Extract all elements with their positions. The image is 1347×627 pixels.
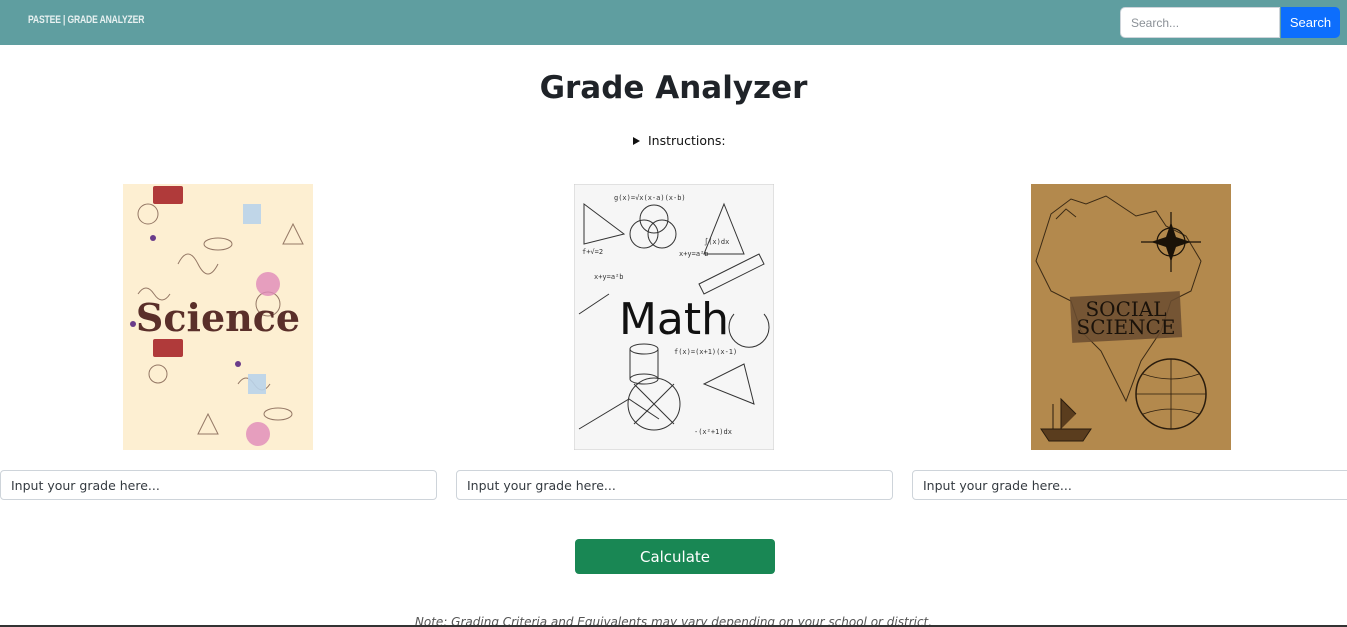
svg-text:f+√=2: f+√=2 xyxy=(582,248,603,256)
page-title: Grade Analyzer xyxy=(539,70,808,106)
social-science-cover-image: SOCIAL SCIENCE xyxy=(1031,184,1231,450)
brand-logo[interactable]: PASTEE | GRADE ANALYZER xyxy=(28,14,144,26)
science-grade-input[interactable] xyxy=(0,470,437,500)
svg-text:f(x)=(x+1)(x-1): f(x)=(x+1)(x-1) xyxy=(674,348,737,356)
search-button[interactable]: Search xyxy=(1281,7,1340,38)
social-science-grade-input[interactable] xyxy=(912,470,1347,500)
math-cover-image: g(x)=√x(x-a)(x-b) x+y=a²b x+y=a²b f(x)=(… xyxy=(574,184,774,450)
svg-text:∫(x)dx: ∫(x)dx xyxy=(704,237,729,246)
instructions-toggle[interactable]: Instructions: xyxy=(633,133,726,148)
svg-text:-(x²+1)dx: -(x²+1)dx xyxy=(694,428,732,436)
instructions-label: Instructions: xyxy=(648,133,726,148)
social-cover-label-line2: SCIENCE xyxy=(1077,315,1176,339)
calculate-button[interactable]: Calculate xyxy=(575,539,775,574)
math-cover-label: Math xyxy=(619,294,729,345)
svg-text:x+y=a²b: x+y=a²b xyxy=(594,273,624,281)
science-cover-label: Science xyxy=(136,295,300,340)
svg-text:x+y=a²b: x+y=a²b xyxy=(679,250,709,258)
disclosure-triangle-icon xyxy=(633,137,640,145)
science-cover-image: Science xyxy=(118,184,318,450)
search-input[interactable] xyxy=(1120,7,1280,38)
navbar: PASTEE | GRADE ANALYZER Search xyxy=(0,0,1347,45)
math-grade-input[interactable] xyxy=(456,470,893,500)
svg-text:g(x)=√x(x-a)(x-b): g(x)=√x(x-a)(x-b) xyxy=(614,194,686,202)
